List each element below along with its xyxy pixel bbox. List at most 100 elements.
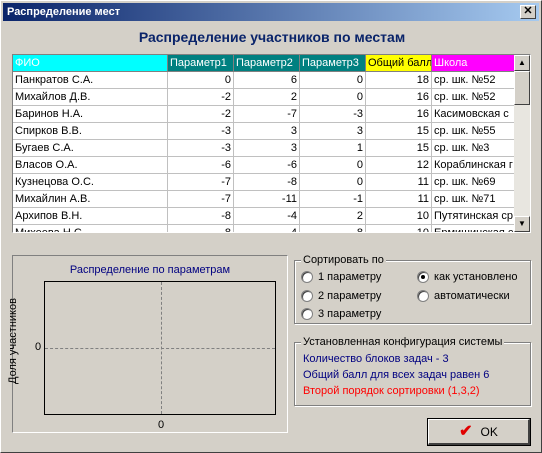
table-cell: 1 bbox=[300, 140, 366, 157]
column-header-param3[interactable]: Параметр3 bbox=[300, 55, 366, 72]
table-cell: -8 bbox=[168, 225, 234, 232]
table-cell: 0 bbox=[300, 89, 366, 106]
radio-button-selected-icon[interactable] bbox=[417, 271, 429, 283]
table-cell: ср. шк. №52 bbox=[432, 89, 515, 106]
table-cell: ср. шк. №55 bbox=[432, 123, 515, 140]
table-cell: -7 bbox=[168, 174, 234, 191]
table-scrollbar[interactable]: ▲ ▼ bbox=[514, 55, 530, 232]
table-cell: ср. шк. №71 bbox=[432, 191, 515, 208]
column-header-total[interactable]: Общий балл bbox=[366, 55, 432, 72]
table-cell: Михайлин А.В. bbox=[13, 191, 168, 208]
table-row[interactable]: Панкратов С.А. 0 6 0 18 ср. шк. №52 bbox=[13, 72, 515, 89]
table-cell: ср. шк. №69 bbox=[432, 174, 515, 191]
table-cell: Панкратов С.А. bbox=[13, 72, 168, 89]
table-cell: 8 bbox=[300, 225, 366, 232]
table-cell: Касимовская с bbox=[432, 106, 515, 123]
table-cell: -3 bbox=[168, 140, 234, 157]
table-cell: -8 bbox=[168, 208, 234, 225]
table-cell: -4 bbox=[234, 225, 300, 232]
radio-sort-param3[interactable]: 3 параметру bbox=[301, 308, 381, 320]
page-title: Распределение участников по местам bbox=[138, 29, 406, 45]
chart-y-axis-label: Доля участников bbox=[7, 298, 19, 384]
table-cell: 15 bbox=[366, 140, 432, 157]
window-title: Распределение мест bbox=[7, 6, 121, 18]
table-cell: -2 bbox=[168, 106, 234, 123]
table-header-row: ФИО Параметр1 Параметр2 Параметр3 Общий … bbox=[13, 55, 515, 72]
checkmark-icon: ✔ bbox=[459, 422, 473, 440]
column-header-school[interactable]: Школа bbox=[432, 55, 515, 72]
table-body: ФИО Параметр1 Параметр2 Параметр3 Общий … bbox=[13, 55, 515, 232]
table-cell: 3 bbox=[234, 123, 300, 140]
column-header-param2[interactable]: Параметр2 bbox=[234, 55, 300, 72]
table-cell: 10 bbox=[366, 208, 432, 225]
table-row[interactable]: Баринов Н.А. -2 -7 -3 16 Касимовская с bbox=[13, 106, 515, 123]
table-cell: 11 bbox=[366, 174, 432, 191]
table-cell: 3 bbox=[300, 123, 366, 140]
table-cell: 15 bbox=[366, 123, 432, 140]
chart-zero-line-vertical bbox=[161, 282, 162, 414]
ok-button[interactable]: ✔ OK bbox=[427, 418, 531, 446]
radio-sort-auto[interactable]: автоматически bbox=[417, 290, 510, 302]
chart-title: Распределение по параметрам bbox=[69, 264, 231, 276]
table-cell: -3 bbox=[300, 106, 366, 123]
table-cell: 10 bbox=[366, 225, 432, 232]
table-row[interactable]: Власов О.А. -6 -6 0 12 Кораблинская г bbox=[13, 157, 515, 174]
radio-sort-param2[interactable]: 2 параметру bbox=[301, 290, 381, 302]
table-cell: 11 bbox=[366, 191, 432, 208]
radio-button-icon[interactable] bbox=[301, 271, 313, 283]
table-row[interactable]: Михайлов Д.В. -2 2 0 16 ср. шк. №52 bbox=[13, 89, 515, 106]
table-cell: 3 bbox=[234, 140, 300, 157]
table-cell: -4 bbox=[234, 208, 300, 225]
table-cell: -6 bbox=[234, 157, 300, 174]
radio-button-icon[interactable] bbox=[301, 290, 313, 302]
table-row[interactable]: Михайлин А.В. -7 -11 -1 11 ср. шк. №71 bbox=[13, 191, 515, 208]
column-header-fio[interactable]: ФИО bbox=[13, 55, 168, 72]
table-cell: -7 bbox=[168, 191, 234, 208]
table-cell: Ермишинская с bbox=[432, 225, 515, 232]
table-row[interactable]: Кузнецова О.С. -7 -8 0 11 ср. шк. №69 bbox=[13, 174, 515, 191]
radio-sort-as-set[interactable]: как установлено bbox=[417, 271, 517, 283]
sort-groupbox-title: Сортировать по bbox=[301, 254, 386, 266]
table-cell: 2 bbox=[300, 208, 366, 225]
scroll-thumb[interactable] bbox=[514, 71, 530, 105]
scroll-down-icon[interactable]: ▼ bbox=[514, 216, 530, 232]
radio-label: 1 параметру bbox=[318, 271, 382, 283]
close-button[interactable]: ✕ bbox=[520, 5, 536, 19]
column-header-param1[interactable]: Параметр1 bbox=[168, 55, 234, 72]
table-row[interactable]: Михеева Н.С.-8-4810Ермишинская с bbox=[13, 225, 515, 232]
config-line-sort-order: Второй порядок сортировки (1,3,2) bbox=[303, 385, 480, 397]
chart-y-tick: 0 bbox=[35, 341, 42, 353]
table-cell: Баринов Н.А. bbox=[13, 106, 168, 123]
table-cell: Михайлов Д.В. bbox=[13, 89, 168, 106]
sort-groupbox: Сортировать по 1 параметру 2 параметру 3… bbox=[294, 254, 531, 324]
radio-sort-param1[interactable]: 1 параметру bbox=[301, 271, 381, 283]
table-cell: -7 bbox=[234, 106, 300, 123]
table-cell: Путятинская ср bbox=[432, 208, 515, 225]
table-cell: 2 bbox=[234, 89, 300, 106]
chart-x-tick: 0 bbox=[158, 419, 165, 431]
table-cell: 16 bbox=[366, 106, 432, 123]
table-cell: Кораблинская г bbox=[432, 157, 515, 174]
radio-button-icon[interactable] bbox=[417, 290, 429, 302]
table-cell: -1 bbox=[300, 191, 366, 208]
table-cell: ср. шк. №52 bbox=[432, 72, 515, 89]
table-cell: -11 bbox=[234, 191, 300, 208]
table-cell: 18 bbox=[366, 72, 432, 89]
radio-button-icon[interactable] bbox=[301, 308, 313, 320]
table-row[interactable]: Бугаев С.А. -3 3 1 15 ср. шк. №3 bbox=[13, 140, 515, 157]
table-cell: Архипов В.Н. bbox=[13, 208, 168, 225]
table-cell: 0 bbox=[300, 72, 366, 89]
table-cell: Власов О.А. bbox=[13, 157, 168, 174]
config-groupbox-title: Установленная конфигурация системы bbox=[301, 336, 505, 348]
table-cell: Михеева Н.С. bbox=[13, 225, 168, 232]
table-row[interactable]: Архипов В.Н. -8 -4 2 10 Путятинская ср bbox=[13, 208, 515, 225]
table-cell: -8 bbox=[234, 174, 300, 191]
title-bar: Распределение мест ✕ bbox=[3, 3, 539, 21]
table-cell: -3 bbox=[168, 123, 234, 140]
table-cell: 0 bbox=[300, 157, 366, 174]
config-line-blocks: Количество блоков задач - 3 bbox=[303, 353, 449, 365]
participants-table[interactable]: ФИО Параметр1 Параметр2 Параметр3 Общий … bbox=[12, 54, 531, 233]
table-row[interactable]: Спирков В.В. -3 3 3 15 ср. шк. №55 bbox=[13, 123, 515, 140]
radio-label: как установлено bbox=[434, 271, 518, 283]
scroll-up-icon[interactable]: ▲ bbox=[514, 55, 530, 71]
